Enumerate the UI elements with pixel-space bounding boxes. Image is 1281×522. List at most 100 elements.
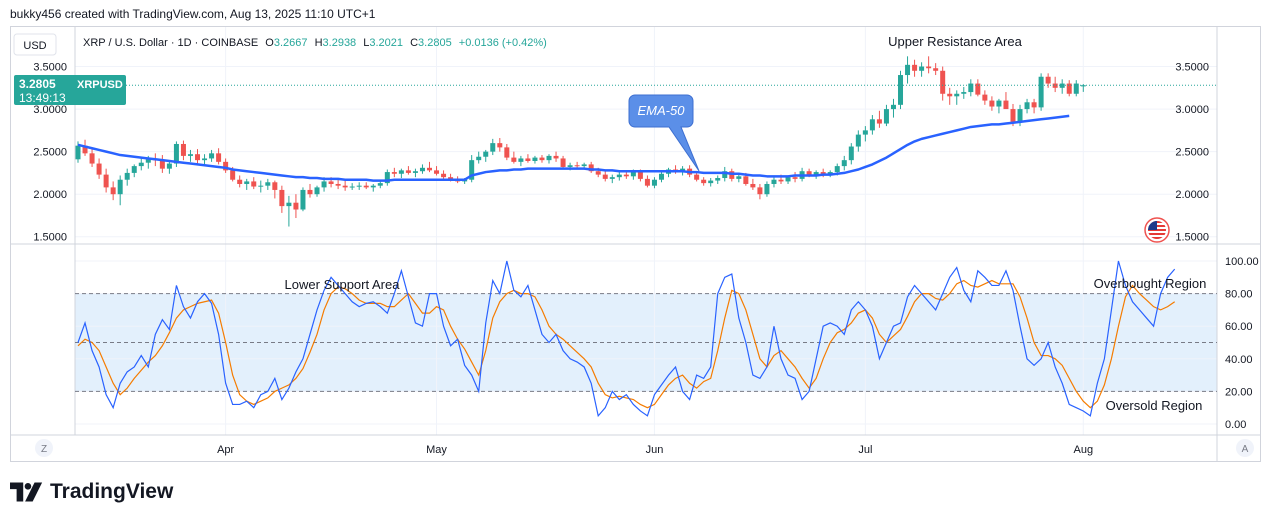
chart-frame: 1.5000 1.5000 2.0000 2.0000 2.5000 2.5000 3.00… bbox=[10, 26, 1261, 462]
candle-body bbox=[434, 170, 440, 174]
upper-resistance-label: Upper Resistance Area bbox=[888, 34, 1022, 49]
candle-body bbox=[630, 172, 636, 177]
candle-body bbox=[736, 176, 742, 179]
time-tick-label: Aug bbox=[1074, 444, 1094, 456]
candle-body bbox=[1024, 102, 1030, 110]
price-tick-label: 1.5000 bbox=[1175, 232, 1209, 244]
candle-body bbox=[180, 143, 186, 156]
stoch-tick-label: 20.00 bbox=[1225, 386, 1253, 398]
candle-body bbox=[1045, 76, 1051, 84]
candle-body bbox=[546, 155, 552, 161]
candle-body bbox=[792, 177, 798, 179]
candle-body bbox=[363, 185, 369, 188]
candle-body bbox=[124, 172, 130, 180]
candle-body bbox=[834, 166, 840, 173]
candle-body bbox=[1010, 109, 1016, 122]
candle-body bbox=[441, 173, 447, 178]
tradingview-brand[interactable]: TradingView bbox=[10, 480, 173, 504]
price-tick-label-left: 2.0000 bbox=[33, 189, 67, 201]
candle-body bbox=[1038, 76, 1044, 108]
candle-body bbox=[883, 109, 889, 124]
candle-body bbox=[694, 174, 700, 180]
candle-body bbox=[342, 185, 348, 188]
chart-credit: bukky456 created with TradingView.com, A… bbox=[10, 7, 376, 21]
candle-body bbox=[96, 163, 102, 175]
candle-body bbox=[483, 151, 489, 157]
overbought-label: Overbought Region bbox=[1094, 276, 1207, 291]
candle-body bbox=[398, 170, 404, 174]
candle-body bbox=[103, 174, 109, 188]
stoch-axis-ticks: 0.00 20.00 40.00 60.00 80.00 100.00 bbox=[1225, 256, 1259, 431]
chart-svg: 1.5000 1.5000 2.0000 2.0000 2.5000 2.5000 3.00… bbox=[11, 27, 1260, 461]
candle-body bbox=[764, 183, 770, 195]
candle-body bbox=[898, 75, 904, 105]
legend-change: +0.0136 (+0.42%) bbox=[459, 37, 547, 49]
candle-body bbox=[1017, 109, 1023, 122]
candle-body bbox=[335, 183, 341, 186]
candle-body bbox=[876, 119, 882, 124]
candle-body bbox=[961, 92, 967, 94]
candle-body bbox=[862, 130, 868, 135]
candle-body bbox=[251, 181, 257, 187]
candle-body bbox=[595, 171, 601, 175]
candle-body bbox=[321, 181, 327, 188]
candle-body bbox=[743, 176, 749, 184]
candle-body bbox=[391, 172, 397, 174]
candle-body bbox=[307, 189, 313, 195]
time-tick-label: Jul bbox=[858, 444, 872, 456]
price-tick-label: 2.5000 bbox=[1175, 147, 1209, 159]
price-axis-ticks: 1.5000 1.5000 2.0000 2.0000 2.5000 2.5000 3.00… bbox=[33, 62, 1209, 244]
stoch-tick-label: 40.00 bbox=[1225, 354, 1253, 366]
candle-body bbox=[560, 158, 566, 167]
candle-body bbox=[926, 66, 932, 69]
auto-scale-button[interactable]: A bbox=[1242, 444, 1249, 455]
candle-body bbox=[1031, 102, 1037, 108]
price-tick-label-left: 3.5000 bbox=[33, 62, 67, 74]
legend-close-value: 3.2805 bbox=[418, 37, 452, 49]
price-tick-label: 3.5000 bbox=[1175, 62, 1209, 74]
candle-body bbox=[954, 93, 960, 97]
candle-body bbox=[279, 189, 285, 207]
candle-body bbox=[771, 179, 777, 184]
lower-support-label: Lower Support Area bbox=[285, 277, 401, 292]
candle-body bbox=[497, 143, 503, 148]
currency-button[interactable]: USD bbox=[23, 40, 46, 52]
ema-50-line bbox=[77, 114, 1070, 182]
candle-body bbox=[328, 181, 334, 184]
legend-high-label: H bbox=[315, 37, 323, 49]
legend-symbol: XRP / U.S. Dollar · 1D · COINBASE bbox=[83, 37, 258, 49]
time-tick-label: Apr bbox=[217, 444, 234, 456]
candles bbox=[75, 56, 1086, 227]
candle-body bbox=[110, 187, 116, 195]
tradingview-logo-icon bbox=[10, 482, 43, 502]
candle-body bbox=[89, 153, 95, 164]
candle-body bbox=[848, 146, 854, 161]
candle-body bbox=[265, 182, 271, 186]
price-tag-countdown: 13:49:13 bbox=[19, 91, 66, 105]
candle-body bbox=[715, 178, 721, 181]
candle-body bbox=[869, 119, 875, 131]
candle-body bbox=[518, 158, 524, 162]
candle-body bbox=[476, 156, 482, 161]
candle-body bbox=[982, 94, 988, 101]
ema-callout-label: EMA-50 bbox=[638, 103, 686, 118]
candle-body bbox=[293, 202, 299, 210]
timezone-button[interactable]: Z bbox=[41, 444, 47, 455]
time-axis-ticks: Apr May Jun Jul Aug bbox=[217, 444, 1093, 456]
candle-body bbox=[651, 179, 657, 186]
candle-body bbox=[947, 93, 953, 97]
candle-body bbox=[258, 185, 264, 187]
candle-body bbox=[912, 64, 918, 71]
candle-body bbox=[553, 155, 559, 159]
candle-body bbox=[117, 179, 123, 195]
candle-body bbox=[750, 183, 756, 188]
candle-body bbox=[905, 64, 911, 76]
candle-body bbox=[996, 100, 1002, 107]
time-tick-label: Jun bbox=[646, 444, 664, 456]
candle-body bbox=[890, 104, 896, 110]
candle-body bbox=[855, 134, 861, 147]
legend-close-label: C bbox=[410, 37, 418, 49]
price-tick-label: 3.0000 bbox=[1175, 104, 1209, 116]
candle-body bbox=[637, 172, 643, 179]
candle-body bbox=[708, 180, 714, 184]
